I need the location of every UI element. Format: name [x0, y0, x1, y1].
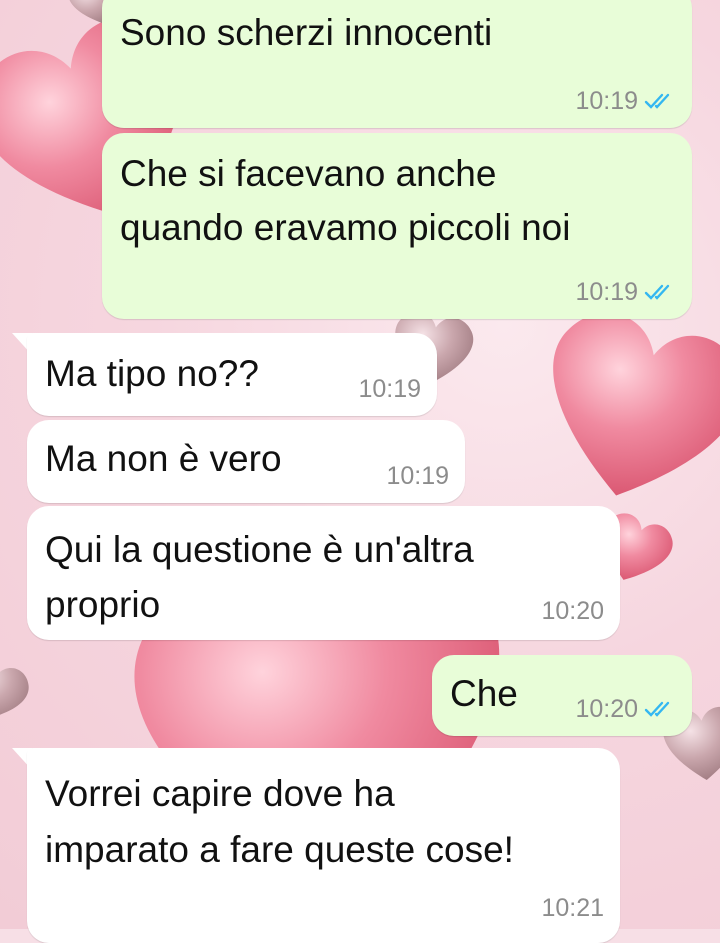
- message-bubble-outgoing[interactable]: Che 10:20: [432, 655, 692, 736]
- message-time: 10:20: [541, 597, 604, 625]
- message-bubble-outgoing[interactable]: Che si facevano anche quando eravamo pic…: [102, 133, 692, 319]
- message-text: Sono scherzi innocenti: [120, 8, 492, 57]
- message-time: 10:19: [386, 462, 449, 490]
- message-line: Qui la questione è un'altra: [45, 529, 474, 570]
- message-bubble-incoming[interactable]: Qui la questione è un'altra proprio 10:2…: [27, 506, 620, 640]
- message-meta: 10:19: [575, 86, 676, 116]
- message-meta: 10:19: [358, 374, 421, 404]
- message-time: 10:19: [358, 375, 421, 403]
- message-time: 10:21: [541, 894, 604, 922]
- double-check-read-icon: [644, 93, 670, 109]
- message-meta: 10:19: [386, 461, 449, 491]
- message-text: Vorrei capire dove ha imparato a fare qu…: [45, 766, 514, 878]
- message-line: proprio: [45, 584, 161, 625]
- message-meta: 10:21: [541, 893, 604, 923]
- message-text: Qui la questione è un'altra proprio: [45, 522, 474, 632]
- message-bubble-incoming[interactable]: Ma tipo no?? 10:19: [27, 333, 437, 416]
- message-text: Che: [450, 669, 518, 718]
- message-line: Ma non è vero: [45, 438, 282, 479]
- message-text: Ma non è vero: [45, 434, 282, 483]
- chat-message-list[interactable]: Sono scherzi innocenti 10:19 Che si face…: [0, 0, 720, 943]
- message-time: 10:19: [575, 278, 638, 306]
- message-line: Sono scherzi innocenti: [120, 12, 493, 53]
- message-line: imparato a fare queste cose!: [45, 829, 514, 870]
- double-check-read-icon: [644, 284, 670, 300]
- message-text: Ma tipo no??: [45, 349, 259, 398]
- message-meta: 10:20: [575, 694, 676, 724]
- message-bubble-incoming[interactable]: Vorrei capire dove ha imparato a fare qu…: [27, 748, 620, 943]
- message-line: Ma tipo no??: [45, 353, 259, 394]
- message-bubble-outgoing[interactable]: Sono scherzi innocenti 10:19: [102, 0, 692, 128]
- message-line: Vorrei capire dove ha: [45, 773, 395, 814]
- double-check-read-icon: [644, 701, 670, 717]
- message-line: Che si facevano anche: [120, 153, 497, 194]
- message-line: quando eravamo piccoli noi: [120, 207, 571, 248]
- message-time: 10:19: [575, 87, 638, 115]
- message-meta: 10:19: [575, 277, 676, 307]
- message-meta: 10:20: [541, 596, 604, 626]
- message-time: 10:20: [575, 695, 638, 723]
- message-text: Che si facevano anche quando eravamo pic…: [120, 147, 570, 255]
- message-bubble-incoming[interactable]: Ma non è vero 10:19: [27, 420, 465, 503]
- message-line: Che: [450, 673, 518, 714]
